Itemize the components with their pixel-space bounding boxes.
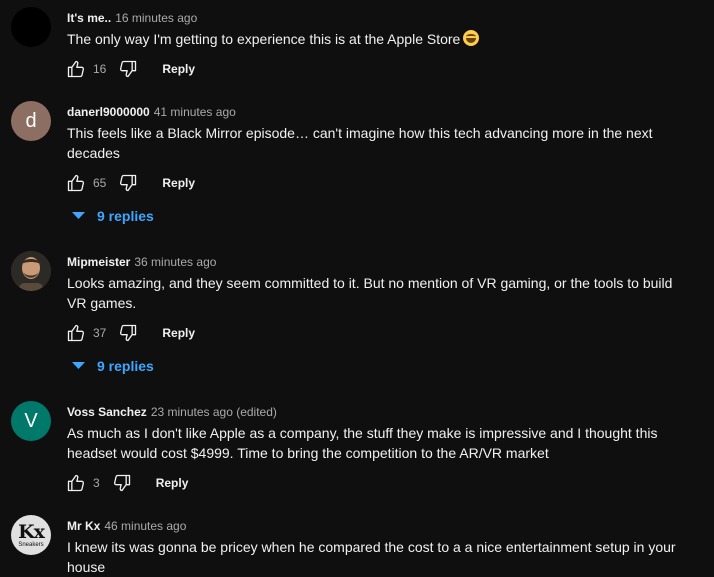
replies-label: 9 replies — [97, 358, 154, 374]
comment-time[interactable]: 23 minutes ago (edited) — [151, 405, 277, 419]
comment-header: It's me.. 16 minutes ago — [67, 10, 197, 26]
avatar[interactable] — [11, 7, 51, 47]
replies-label: 9 replies — [97, 208, 154, 224]
comment-time[interactable]: 36 minutes ago — [134, 255, 216, 269]
reply-button[interactable]: Reply — [162, 176, 195, 190]
reply-button[interactable]: Reply — [162, 62, 195, 76]
view-replies-button[interactable]: 9 replies — [72, 208, 154, 224]
avatar[interactable]: V — [11, 401, 51, 441]
comment-text-body: The only way I'm getting to experience t… — [67, 31, 461, 47]
caret-down-icon — [72, 362, 85, 369]
avatar-photo — [11, 251, 51, 291]
like-icon[interactable] — [66, 173, 86, 193]
like-icon[interactable] — [66, 323, 86, 343]
comment-author[interactable]: danerl9000000 — [67, 105, 150, 119]
comment-header: Mr Kx 46 minutes ago — [67, 518, 186, 534]
dislike-icon[interactable] — [118, 323, 138, 343]
comment-text: Looks amazing, and they seem committed t… — [67, 275, 673, 311]
like-count: 16 — [93, 62, 107, 76]
comment-actions: 16 Reply — [66, 57, 195, 81]
comment-time[interactable]: 41 minutes ago — [154, 105, 236, 119]
comment-actions: 3 Reply — [66, 471, 188, 495]
like-icon[interactable] — [66, 473, 86, 493]
avatar[interactable]: Kx Sneakers — [11, 515, 51, 555]
comment-header: danerl9000000 41 minutes ago — [67, 104, 236, 120]
avatar-letter: d — [25, 109, 37, 132]
comment-time[interactable]: 46 minutes ago — [104, 519, 186, 533]
comment-text: This feels like a Black Mirror episode… … — [67, 125, 653, 161]
comment-header: Voss Sanchez 23 minutes ago (edited) — [67, 404, 277, 420]
avatar-logo-text: Kx — [18, 520, 45, 543]
avatar[interactable]: d — [11, 101, 51, 141]
like-count: 3 — [93, 476, 100, 490]
reply-button[interactable]: Reply — [162, 326, 195, 340]
comment-time[interactable]: 16 minutes ago — [115, 11, 197, 25]
avatar-letter: V — [24, 409, 38, 432]
comment-author[interactable]: Mr Kx — [67, 519, 100, 533]
comment-author[interactable]: Mipmeister — [67, 255, 130, 269]
caret-down-icon — [72, 212, 85, 219]
comment-author[interactable]: Voss Sanchez — [67, 405, 147, 419]
comment-text: As much as I don't like Apple as a compa… — [67, 425, 658, 461]
grinning-squinting-face-icon — [463, 30, 480, 46]
view-replies-button[interactable]: 9 replies — [72, 358, 154, 374]
reply-button[interactable]: Reply — [156, 476, 189, 490]
dislike-icon[interactable] — [118, 59, 138, 79]
comment-text: I knew its was gonna be pricey when he c… — [67, 539, 676, 575]
comment-actions: 37 Reply — [66, 321, 195, 345]
comment-actions: 65 Reply — [66, 171, 195, 195]
dislike-icon[interactable] — [118, 173, 138, 193]
like-icon[interactable] — [66, 59, 86, 79]
dislike-icon[interactable] — [112, 473, 132, 493]
like-count: 65 — [93, 176, 107, 190]
comment-text: The only way I'm getting to experience t… — [67, 29, 687, 49]
comment-author[interactable]: It's me.. — [67, 11, 111, 25]
like-count: 37 — [93, 326, 107, 340]
avatar-logo-subtext: Sneakers — [18, 541, 44, 548]
avatar[interactable] — [11, 251, 51, 291]
comment-header: Mipmeister 36 minutes ago — [67, 254, 216, 270]
